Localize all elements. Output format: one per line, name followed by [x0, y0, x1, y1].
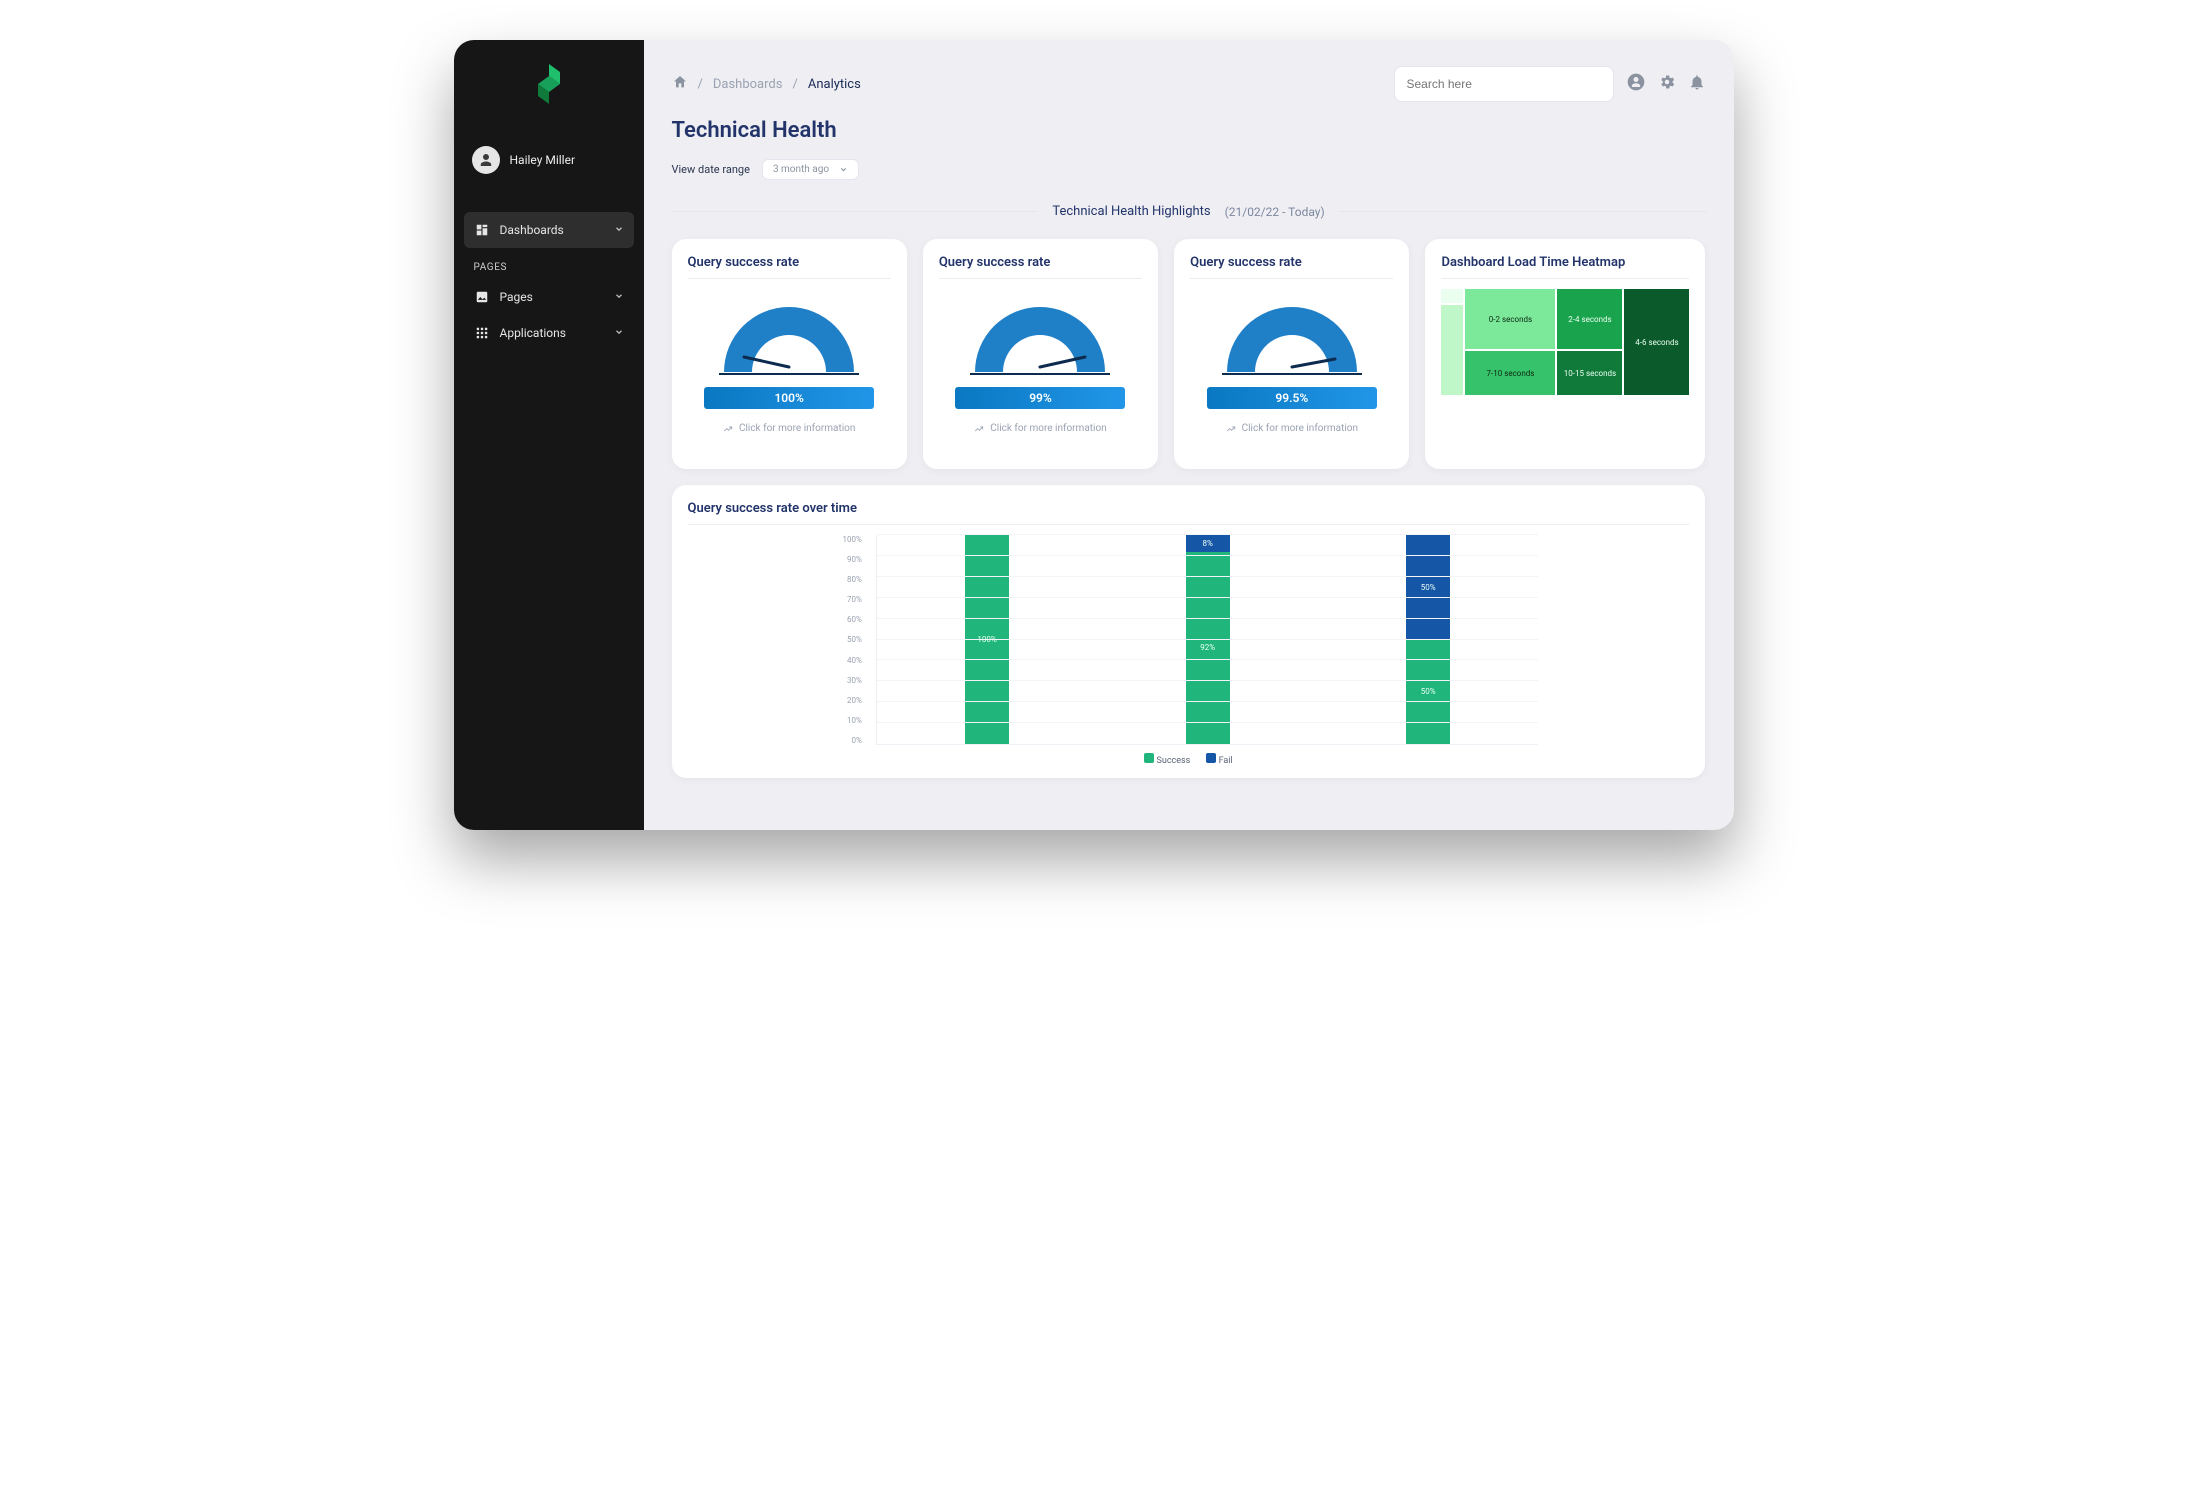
card-query-success-1: Query success rate 100% C — [672, 239, 907, 469]
section-date: (21/02/22 - Today) — [1225, 205, 1325, 219]
search-input[interactable] — [1394, 66, 1614, 102]
card-title: Query success rate — [688, 255, 891, 270]
range-select[interactable]: 3 month ago — [762, 159, 859, 180]
heatmap-cell — [1441, 289, 1463, 303]
date-range-row: View date range 3 month ago — [672, 159, 1706, 180]
card-query-success-3: Query success rate 99.5% — [1174, 239, 1409, 469]
card-title: Query success rate — [1190, 255, 1393, 270]
main-content: / Dashboards / Analytics Technical Healt… — [644, 40, 1734, 830]
heatmap-chart: 0-2 seconds 2-4 seconds 4-6 seconds 7-10… — [1441, 289, 1689, 395]
settings-icon[interactable] — [1658, 73, 1676, 95]
breadcrumb: / Dashboards / Analytics — [672, 74, 861, 94]
divider — [688, 524, 1690, 525]
section-header: Technical Health Highlights (21/02/22 - … — [672, 204, 1706, 219]
gauge-chart — [714, 297, 864, 377]
user-name: Hailey Miller — [510, 153, 576, 167]
range-value: 3 month ago — [773, 164, 829, 175]
sidebar-heading-pages: PAGES — [464, 248, 634, 279]
cards-grid: Query success rate 100% C — [672, 239, 1706, 778]
y-axis: 100%90%80%70%60%50%40%30%20%10%0% — [838, 535, 865, 745]
stacked-bar-chart: 100%90%80%70%60%50%40%30%20%10%0% 100%8%… — [828, 535, 1548, 745]
heatmap-cell: 10-15 seconds — [1557, 351, 1622, 395]
info-text: Click for more information — [1242, 423, 1358, 434]
card-query-success-2: Query success rate 99% Cl — [923, 239, 1158, 469]
card-title: Query success rate over time — [688, 501, 1690, 516]
chevron-down-icon — [614, 290, 624, 304]
gauge-value: 99.5% — [1207, 387, 1377, 409]
image-icon — [474, 289, 490, 305]
card-query-success-over-time: Query success rate over time 100%90%80%7… — [672, 485, 1706, 778]
card-title: Dashboard Load Time Heatmap — [1441, 255, 1689, 270]
info-text: Click for more information — [990, 423, 1106, 434]
sidebar-item-label: Dashboards — [500, 223, 564, 237]
heatmap-cell: 2-4 seconds — [1557, 289, 1622, 349]
page-title: Technical Health — [672, 118, 1706, 143]
heatmap-cell: 0-2 seconds — [1465, 289, 1555, 349]
divider — [1441, 278, 1689, 279]
breadcrumb-sep: / — [698, 77, 703, 92]
trend-icon — [723, 424, 733, 434]
breadcrumb-dashboards[interactable]: Dashboards — [713, 77, 783, 92]
sidebar-item-applications[interactable]: Applications — [464, 315, 634, 351]
chevron-down-icon — [839, 165, 848, 174]
account-icon[interactable] — [1626, 72, 1646, 96]
gauge-value: 99% — [955, 387, 1125, 409]
section-title: Technical Health Highlights — [1052, 204, 1210, 219]
info-text: Click for more information — [739, 423, 855, 434]
gauge-value: 100% — [704, 387, 874, 409]
sidebar-item-dashboards[interactable]: Dashboards — [464, 212, 634, 248]
card-load-time-heatmap: Dashboard Load Time Heatmap 0-2 seconds … — [1425, 239, 1705, 469]
sidebar-nav: Dashboards PAGES Pages — [454, 212, 644, 351]
card-title: Query success rate — [939, 255, 1142, 270]
app-logo — [532, 64, 566, 108]
card-info-link[interactable]: Click for more information — [1190, 423, 1393, 434]
chart-legend: Success Fail — [828, 753, 1548, 766]
home-icon[interactable] — [672, 74, 688, 94]
trend-icon — [1226, 424, 1236, 434]
range-label: View date range — [672, 163, 750, 176]
topbar: / Dashboards / Analytics — [672, 66, 1706, 102]
breadcrumb-sep: / — [792, 77, 797, 92]
plot-area: 100%8%92%50%50% — [876, 535, 1539, 745]
legend-fail: Fail — [1219, 756, 1233, 766]
divider — [1190, 278, 1393, 279]
card-info-link[interactable]: Click for more information — [688, 423, 891, 434]
apps-icon — [474, 325, 490, 341]
bell-icon[interactable] — [1688, 73, 1706, 95]
gauge-chart — [965, 297, 1115, 377]
dashboard-icon — [474, 222, 490, 238]
legend-success: Success — [1157, 756, 1191, 766]
divider — [939, 278, 1142, 279]
sidebar-item-label: Pages — [500, 290, 533, 304]
heatmap-cell: 7-10 seconds — [1465, 351, 1555, 395]
app-window: Hailey Miller Dashboards PAGES Pages — [454, 40, 1734, 830]
sidebar-item-pages[interactable]: Pages — [464, 279, 634, 315]
chevron-down-icon — [614, 326, 624, 340]
avatar-icon — [472, 146, 500, 174]
trend-icon — [974, 424, 984, 434]
user-profile[interactable]: Hailey Miller — [454, 136, 644, 184]
breadcrumb-current: Analytics — [808, 77, 861, 92]
gauge-chart — [1217, 297, 1367, 377]
chevron-down-icon — [614, 223, 624, 237]
heatmap-cell: 4-6 seconds — [1624, 289, 1689, 395]
card-info-link[interactable]: Click for more information — [939, 423, 1142, 434]
divider — [688, 278, 891, 279]
sidebar: Hailey Miller Dashboards PAGES Pages — [454, 40, 644, 830]
search-field[interactable] — [1407, 77, 1601, 91]
heatmap-cell — [1441, 305, 1463, 395]
sidebar-item-label: Applications — [500, 326, 566, 340]
